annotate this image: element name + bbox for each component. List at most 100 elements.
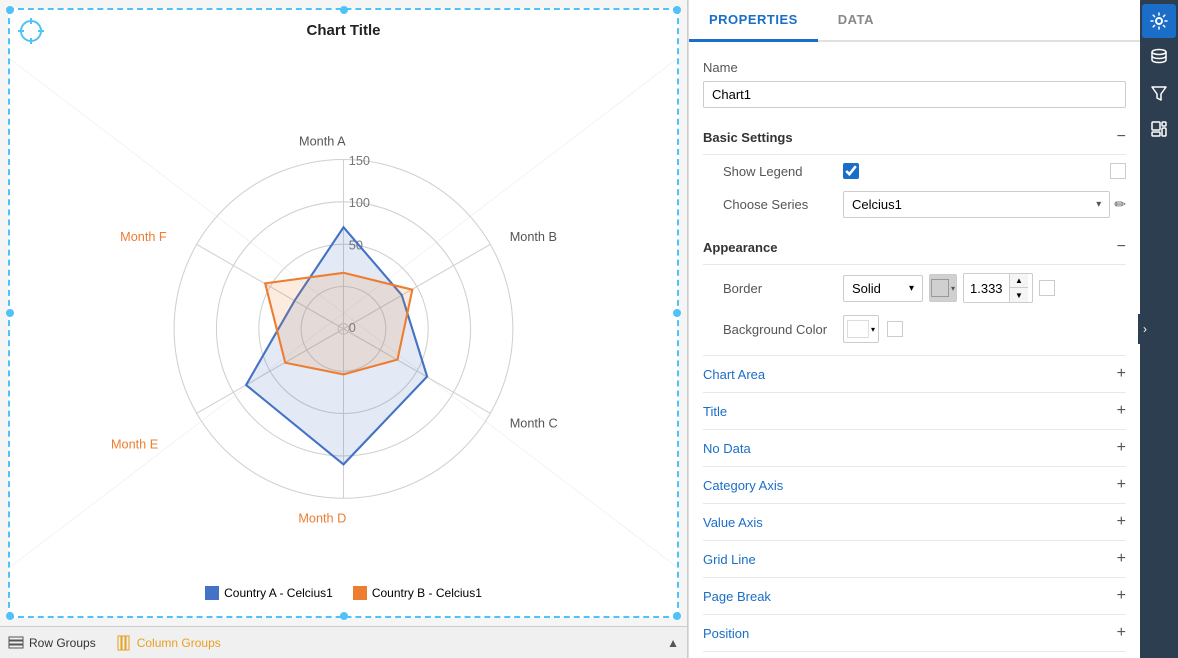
- bg-color-chevron: ▾: [871, 325, 875, 334]
- value-axis-section: Value Axis +: [703, 503, 1126, 540]
- svg-text:150: 150: [349, 154, 370, 168]
- position-label: Position: [703, 626, 749, 641]
- border-width-down[interactable]: ▼: [1010, 288, 1028, 302]
- grid-line-section: Grid Line +: [703, 540, 1126, 577]
- show-legend-checkbox[interactable]: [843, 163, 859, 179]
- border-style-select[interactable]: Solid ▾: [843, 275, 923, 302]
- radar-chart-svg: 150 100 50 0 Month A Month B Month C Mon…: [10, 10, 677, 616]
- column-groups-icon: [116, 635, 132, 651]
- sidebar-filter-btn[interactable]: [1142, 76, 1176, 110]
- bg-color-controls: ▾: [843, 315, 903, 343]
- bottom-bar-chevron[interactable]: ▲: [667, 636, 679, 650]
- border-checkbox[interactable]: [1039, 280, 1055, 296]
- title-plus: +: [1117, 402, 1126, 420]
- grid-line-label: Grid Line: [703, 552, 756, 567]
- appearance-toggle[interactable]: −: [1117, 238, 1126, 256]
- column-groups-label: Column Groups: [137, 636, 221, 650]
- title-label: Title: [703, 404, 727, 419]
- series-chevron-icon: ▾: [1096, 199, 1101, 210]
- legend-label-a: Country A - Celcius1: [224, 586, 333, 600]
- no-data-section: No Data +: [703, 429, 1126, 466]
- svg-text:Month A: Month A: [299, 135, 346, 149]
- sidebar-settings-btn[interactable]: [1142, 4, 1176, 38]
- svg-text:Month B: Month B: [510, 230, 557, 244]
- grid-line-plus: +: [1117, 550, 1126, 568]
- no-data-header[interactable]: No Data +: [703, 430, 1126, 466]
- right-panel: PROPERTIES DATA Name Basic Settings − Sh…: [688, 0, 1178, 658]
- sidebar-database-btn[interactable]: [1142, 40, 1176, 74]
- border-color-inner: [931, 279, 949, 297]
- panel-tabs: PROPERTIES DATA: [689, 0, 1140, 42]
- page-break-plus: +: [1117, 587, 1126, 605]
- chart-area-section: Chart Area +: [703, 355, 1126, 392]
- name-label: Name: [703, 60, 823, 75]
- tab-data[interactable]: DATA: [818, 0, 894, 42]
- bottom-chevron-icon: ▲: [667, 636, 679, 650]
- sidebar-edit-btn[interactable]: [1142, 112, 1176, 146]
- chevron-right-icon: ›: [1143, 322, 1147, 336]
- properties-panel: PROPERTIES DATA Name Basic Settings − Sh…: [688, 0, 1140, 658]
- page-break-header[interactable]: Page Break +: [703, 578, 1126, 614]
- basic-settings-toggle[interactable]: −: [1117, 128, 1126, 146]
- value-axis-label: Value Axis: [703, 515, 763, 530]
- show-legend-label: Show Legend: [723, 164, 843, 179]
- filter-icon: [1150, 84, 1168, 102]
- sidebar-icons: ›: [1140, 0, 1178, 658]
- row-groups-icon: [8, 635, 24, 651]
- data-element-section: Data Element +: [703, 651, 1126, 658]
- grid-line-header[interactable]: Grid Line +: [703, 541, 1126, 577]
- database-icon: [1150, 48, 1168, 66]
- category-axis-label: Category Axis: [703, 478, 783, 493]
- choose-series-label: Choose Series: [723, 197, 843, 212]
- appearance-title: Appearance: [703, 240, 777, 255]
- svg-text:Month D: Month D: [298, 512, 346, 526]
- svg-text:Month E: Month E: [111, 438, 158, 452]
- value-axis-plus: +: [1117, 513, 1126, 531]
- chart-area-header[interactable]: Chart Area +: [703, 356, 1126, 392]
- page-break-label: Page Break: [703, 589, 771, 604]
- name-input[interactable]: [703, 81, 1126, 108]
- value-axis-header[interactable]: Value Axis +: [703, 504, 1126, 540]
- bg-color-row: Background Color ▾: [703, 315, 1126, 343]
- name-field-row: Name: [703, 60, 1126, 75]
- border-width-spinners: ▲ ▼: [1009, 274, 1028, 302]
- border-width-up[interactable]: ▲: [1010, 274, 1028, 288]
- position-section: Position +: [703, 614, 1126, 651]
- category-axis-header[interactable]: Category Axis +: [703, 467, 1126, 503]
- series-select-wrapper: Celcius1 ▾ ✏: [843, 191, 1126, 218]
- border-color-chevron: ▾: [951, 284, 955, 293]
- page-break-section: Page Break +: [703, 577, 1126, 614]
- border-color-swatch[interactable]: ▾: [929, 274, 957, 302]
- chart-area-label: Chart Area: [703, 367, 765, 382]
- bg-color-checkbox[interactable]: [887, 321, 903, 337]
- edit-icon: [1150, 120, 1168, 138]
- column-groups-item[interactable]: Column Groups: [116, 635, 221, 651]
- settings-icon: [1150, 12, 1168, 30]
- title-section: Title +: [703, 392, 1126, 429]
- position-header[interactable]: Position +: [703, 615, 1126, 651]
- bottom-bar: Row Groups Column Groups ▲: [0, 626, 687, 658]
- series-select[interactable]: Celcius1 ▾: [843, 191, 1110, 218]
- no-data-label: No Data: [703, 441, 751, 456]
- series-edit-icon[interactable]: ✏: [1114, 196, 1126, 213]
- legend-label-b: Country B - Celcius1: [372, 586, 482, 600]
- border-row: Border Solid ▾ ▾ ▲ ▼: [703, 273, 1126, 303]
- chart-canvas: Chart Title: [8, 8, 679, 618]
- legend-color-a: [205, 586, 219, 600]
- title-header[interactable]: Title +: [703, 393, 1126, 429]
- border-width-input[interactable]: [964, 274, 1009, 302]
- bg-color-label: Background Color: [723, 322, 843, 337]
- bg-color-inner: [847, 320, 869, 338]
- basic-settings-title: Basic Settings: [703, 130, 793, 145]
- show-legend-checkbox-wrapper: [843, 163, 859, 179]
- tab-properties[interactable]: PROPERTIES: [689, 0, 818, 42]
- svg-text:100: 100: [349, 196, 370, 210]
- show-legend-right-checkbox[interactable]: [1110, 163, 1126, 179]
- panel-collapse-btn[interactable]: ›: [1138, 314, 1152, 344]
- data-element-header[interactable]: Data Element +: [703, 652, 1126, 658]
- legend-item-a: Country A - Celcius1: [205, 586, 333, 600]
- chart-area: Chart Title: [0, 0, 688, 658]
- svg-text:Month F: Month F: [120, 230, 167, 244]
- row-groups-item[interactable]: Row Groups: [8, 635, 96, 651]
- bg-color-swatch[interactable]: ▾: [843, 315, 879, 343]
